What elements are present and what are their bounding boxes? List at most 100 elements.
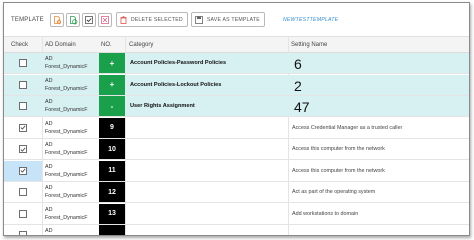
- ad-domain-cell: AD Forest_DynamicF: [45, 206, 97, 222]
- expand-toggle-button[interactable]: -: [99, 96, 125, 116]
- ad-domain-line-2: Forest_DynamicF: [45, 150, 88, 156]
- row-check-cell: [4, 118, 42, 138]
- delete-selected-button[interactable]: DELETE SELECTED: [115, 12, 188, 27]
- uncheck-icon: [100, 15, 109, 24]
- ad-domain-cell: AD Forest_DynamicF: [45, 141, 97, 157]
- ad-domain-cell: AD Forest_DynamicF: [45, 98, 97, 114]
- ad-domain-cell: AD: [45, 227, 97, 235]
- table-row[interactable]: AD: [4, 225, 469, 235]
- ad-domain-line-2: Forest_DynamicF: [45, 85, 88, 92]
- checkmark-icon: [20, 168, 26, 173]
- table-row[interactable]: AD Forest_DynamicF 11 Access this computer …: [4, 160, 469, 182]
- save-icon: [194, 15, 203, 24]
- category-group-row[interactable]: AD Forest_DynamicF + Account Policies-Locko…: [4, 74, 469, 96]
- check-icon: [84, 15, 93, 24]
- category-group-row[interactable]: AD Forest_DynamicF + Account Policies-Passw…: [4, 53, 469, 74]
- row-check-cell: [4, 75, 42, 95]
- add-template-button[interactable]: [49, 12, 64, 27]
- setting-name: Access this computer from the network: [292, 167, 385, 174]
- expand-toggle-button[interactable]: +: [99, 74, 125, 95]
- ad-domain-line-1: AD: [45, 163, 53, 170]
- row-checkbox[interactable]: [19, 59, 27, 67]
- row-check-cell: [4, 204, 42, 224]
- column-ad-domain[interactable]: AD Domain: [45, 42, 76, 48]
- row-check-cell: [4, 53, 42, 73]
- ad-domain-line-1: AD: [45, 120, 53, 127]
- category-name: User Rights Assignment: [130, 103, 195, 109]
- table-header: Check AD Domain NO. Category Setting Nam…: [4, 36, 469, 53]
- row-check-cell: [4, 225, 42, 235]
- ad-domain-line-1: AD: [45, 99, 53, 105]
- delete-selected-label: DELETE SELECTED: [130, 16, 183, 23]
- row-check-cell: [4, 139, 42, 159]
- template-panel: TEMPLATE DELETE SELECTED SAVE AS TEMPLAT…: [3, 2, 470, 236]
- setting-name: Access Credential Manager as a trusted c…: [292, 124, 403, 131]
- row-checkbox[interactable]: [19, 231, 27, 235]
- save-as-template-button[interactable]: SAVE AS TEMPLATE: [190, 12, 265, 27]
- ad-domain-cell: AD Forest_DynamicF: [45, 55, 97, 71]
- ad-domain-line-1: AD: [45, 228, 53, 234]
- row-checkbox[interactable]: [19, 209, 27, 218]
- row-checkbox[interactable]: [19, 102, 27, 110]
- row-checkbox[interactable]: [19, 145, 27, 153]
- row-checkbox[interactable]: [19, 166, 27, 175]
- save-as-template-label: SAVE AS TEMPLATE: [206, 16, 260, 23]
- ad-domain-line-2: Forest_DynamicF: [45, 214, 88, 221]
- toolbar: TEMPLATE DELETE SELECTED SAVE AS TEMPLAT…: [4, 3, 469, 36]
- ad-domain-line-1: AD: [45, 56, 53, 62]
- category-name: Account Policies-Password Policies: [130, 60, 227, 66]
- ad-domain-cell: AD Forest_DynamicF: [45, 77, 97, 93]
- ad-domain-line-1: AD: [45, 77, 53, 84]
- setting-count: 6: [294, 56, 302, 72]
- ad-domain-line-2: Forest_DynamicF: [45, 171, 88, 178]
- refresh-icon: [69, 15, 78, 24]
- template-name[interactable]: NEWTESTTEMPLATE: [283, 17, 338, 23]
- checkmark-icon: [20, 125, 26, 130]
- refresh-template-button[interactable]: [65, 12, 80, 27]
- ad-domain-line-2: Forest_DynamicF: [45, 193, 88, 199]
- row-number: 12: [99, 182, 125, 202]
- setting-name: Act as part of the operating system: [292, 189, 376, 195]
- table-row[interactable]: AD Forest_DynamicF 9 Access Credential Mana…: [4, 117, 469, 139]
- deselect-all-button[interactable]: [97, 12, 112, 27]
- template-label: TEMPLATE: [11, 16, 44, 23]
- row-check-cell: [4, 160, 42, 181]
- row-check-cell: [4, 96, 42, 116]
- ad-domain-line-1: AD: [45, 142, 53, 148]
- setting-name: Add workstations to domain: [292, 210, 359, 217]
- ad-domain-line-2: Forest_DynamicF: [45, 128, 88, 135]
- table-row[interactable]: AD Forest_DynamicF 12 Act as part of the op…: [4, 182, 469, 203]
- setting-count: 2: [294, 77, 302, 94]
- ad-domain-line-2: Forest_DynamicF: [45, 64, 88, 70]
- select-all-button[interactable]: [81, 12, 96, 27]
- category-name: Account Policies-Lockout Policies: [130, 81, 222, 88]
- column-number[interactable]: NO.: [101, 42, 112, 48]
- column-setting-name[interactable]: Setting Name: [291, 42, 327, 48]
- checkmark-icon: [20, 147, 26, 152]
- table-row[interactable]: AD Forest_DynamicF 13 Add workstations to d…: [4, 203, 469, 225]
- column-check[interactable]: Check: [11, 42, 28, 48]
- ad-domain-line-1: AD: [45, 185, 53, 191]
- category-group-row[interactable]: AD Forest_DynamicF - User Rights Assignment…: [4, 96, 469, 117]
- row-number: 9: [99, 117, 125, 138]
- row-checkbox[interactable]: [19, 123, 27, 132]
- row-number: 11: [99, 160, 125, 181]
- add-icon: [53, 15, 62, 24]
- row-checkbox[interactable]: [19, 188, 27, 196]
- setting-count: 47: [294, 99, 310, 115]
- delete-icon: [120, 15, 127, 24]
- table-row[interactable]: AD Forest_DynamicF 10 Access this computer …: [4, 139, 469, 160]
- row-check-cell: [4, 182, 42, 202]
- ad-domain-cell: AD Forest_DynamicF: [45, 120, 97, 136]
- row-checkbox[interactable]: [19, 80, 27, 89]
- ad-domain-line-2: Forest_DynamicF: [45, 107, 88, 113]
- row-number: 13: [99, 203, 125, 224]
- setting-name: Access this computer from the network: [292, 146, 385, 152]
- row-number: [99, 225, 125, 235]
- ad-domain-cell: AD Forest_DynamicF: [45, 184, 97, 200]
- expand-toggle-button[interactable]: +: [99, 53, 125, 73]
- ad-domain-cell: AD Forest_DynamicF: [45, 163, 97, 179]
- row-number: 10: [99, 139, 125, 159]
- ad-domain-line-1: AD: [45, 206, 53, 213]
- column-category[interactable]: Category: [129, 42, 153, 48]
